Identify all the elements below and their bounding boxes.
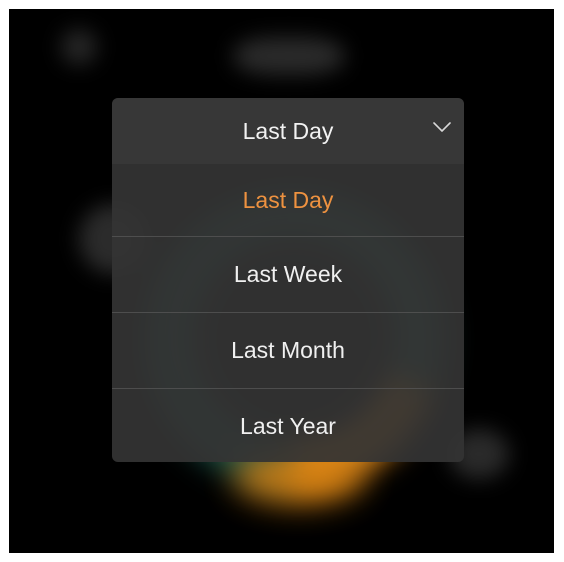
blurred-background-title	[234, 37, 344, 75]
option-label: Last Week	[233, 261, 343, 287]
option-last-month[interactable]: Last Month	[112, 312, 464, 388]
dropdown-selected-label: Last Day	[242, 117, 334, 144]
option-label: Last Day	[242, 186, 334, 213]
dropdown-options-list: Last Day Last Week Last Month Last Year	[112, 164, 464, 462]
option-label: Last Year	[240, 413, 336, 439]
chevron-down-icon[interactable]	[430, 117, 454, 137]
option-last-week[interactable]: Last Week	[112, 236, 464, 312]
dropdown-header[interactable]: Last Day	[112, 98, 464, 164]
option-label: Last Month	[231, 337, 345, 363]
time-range-dropdown[interactable]: Last Day Last Day Last Week Last Month L…	[112, 98, 464, 462]
blurred-background-element	[61, 29, 97, 65]
option-last-year[interactable]: Last Year	[112, 388, 464, 462]
app-screen: Last Day Last Day Last Week Last Month L…	[9, 9, 554, 553]
option-last-day[interactable]: Last Day	[112, 164, 464, 236]
